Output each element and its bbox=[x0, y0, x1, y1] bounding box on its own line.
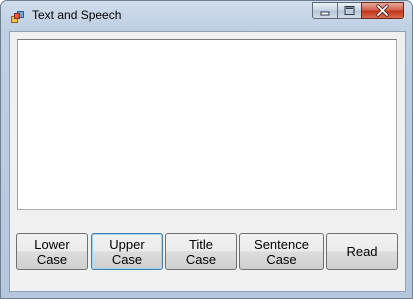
lower-case-button[interactable]: Lower Case bbox=[16, 233, 88, 270]
close-icon bbox=[376, 4, 389, 17]
app-icon[interactable] bbox=[11, 9, 25, 23]
read-button[interactable]: Read bbox=[326, 233, 398, 270]
upper-case-button[interactable]: Upper Case bbox=[91, 233, 163, 270]
text-input[interactable] bbox=[17, 39, 397, 210]
app-window: Text and Speech Lower Case Upper Case Ti… bbox=[0, 0, 413, 299]
minimize-icon bbox=[320, 11, 330, 16]
maximize-button[interactable] bbox=[337, 2, 362, 19]
title-case-button[interactable]: Title Case bbox=[165, 233, 237, 270]
window-title: Text and Speech bbox=[32, 8, 122, 22]
maximize-icon bbox=[344, 6, 355, 15]
title-bar[interactable]: Text and Speech bbox=[1, 1, 412, 31]
minimize-button[interactable] bbox=[312, 2, 338, 19]
close-button[interactable] bbox=[361, 2, 404, 19]
sentence-case-button[interactable]: Sentence Case bbox=[239, 233, 324, 270]
client-area: Lower Case Upper Case Title Case Sentenc… bbox=[9, 31, 406, 292]
